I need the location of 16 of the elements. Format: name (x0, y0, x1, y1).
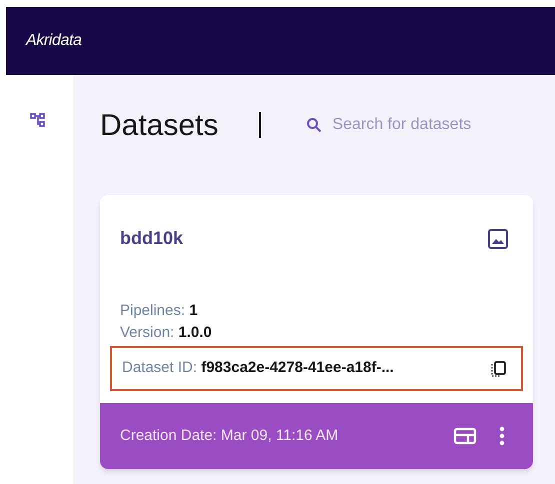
search-field[interactable]: Search for datasets (332, 113, 532, 137)
hierarchy-icon[interactable] (30, 112, 46, 128)
copy-icon[interactable] (489, 360, 507, 378)
panel-icon[interactable] (453, 426, 477, 446)
search-icon (306, 117, 322, 133)
field-text: Dataset ID: f983ca2e-4278-41ee-a18f-... (122, 358, 395, 378)
image-icon[interactable] (487, 228, 509, 250)
more-icon[interactable] (499, 426, 505, 446)
divider-line (259, 112, 262, 138)
field-text: Version: 1.0.0 (120, 322, 212, 343)
page-title: Datasets (100, 108, 218, 144)
creation-date: Creation Date: Mar 09, 11:16 AM (120, 426, 340, 446)
dataset-card[interactable]: bdd10k Pipelines: 1 Version: 1.0.0 Dataset ID: f983ca2e-4278-41ee-a18f-... Creation Date: Mar 09, 11:16 AM (100, 195, 533, 469)
field-text: Pipelines: 1 (120, 300, 198, 321)
logo: Akridata (26, 31, 82, 51)
dataset-name: bdd10k (120, 227, 184, 250)
